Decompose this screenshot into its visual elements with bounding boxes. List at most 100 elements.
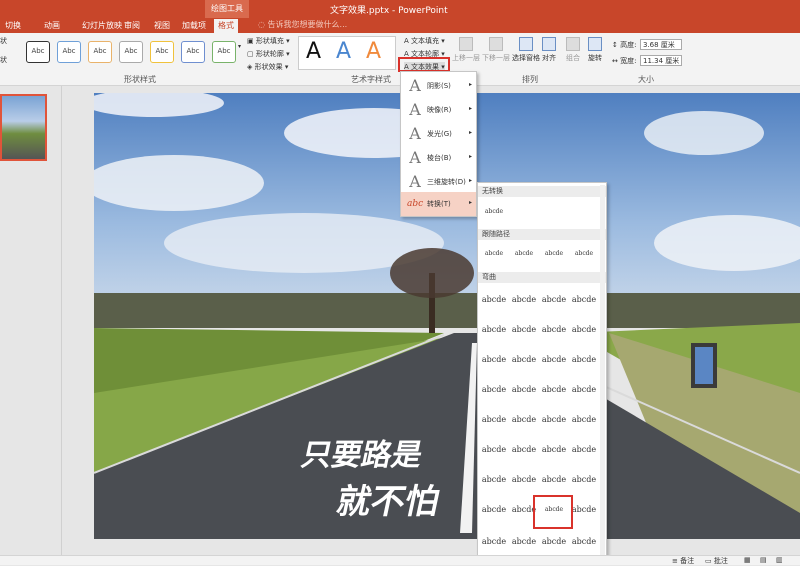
slide-text-line2[interactable]: 就不怕: [333, 482, 443, 522]
follow-path-circle[interactable]: abcde: [540, 245, 568, 263]
tab-animations[interactable]: 动画: [40, 19, 64, 33]
selection-pane-button[interactable]: 选择窗格: [512, 37, 540, 63]
shape-styles-group-label: 形状样式: [124, 75, 156, 84]
pen-icon: ▢: [247, 50, 256, 58]
submenu-arrow-icon: ▸: [468, 153, 472, 160]
height-icon: ↕: [612, 41, 621, 49]
slide-thumbnail-1[interactable]: [0, 94, 47, 161]
wordart-style-black[interactable]: A: [306, 39, 321, 64]
shape-style-5[interactable]: Abc: [150, 41, 174, 63]
text-effects-highlight: [398, 57, 450, 72]
slide-text-line1[interactable]: 只要路是: [298, 438, 426, 473]
tab-view[interactable]: 视图: [150, 19, 174, 33]
shape-style-7[interactable]: Abc: [212, 41, 236, 63]
shape-style-1[interactable]: Abc: [26, 41, 50, 63]
align-icon: [542, 37, 556, 51]
tab-review[interactable]: 审阅: [120, 19, 144, 33]
slide-sorter-icon[interactable]: ▤: [760, 556, 767, 564]
notes-icon: ≡: [672, 557, 681, 565]
status-bar: ≡ 备注 ▭ 批注 ▦ ▤ ▥: [0, 555, 800, 565]
shape-effects-button[interactable]: ◈ 形状效果 ▾: [247, 62, 288, 72]
follow-path-header: 跟随路径: [478, 229, 606, 240]
menu-item-bevel[interactable]: A 棱台(B) ▸: [401, 146, 476, 170]
wordart-style-orange[interactable]: A: [366, 39, 381, 64]
comment-icon: ▭: [705, 557, 714, 565]
tell-me-search[interactable]: ◌ 告诉我您想要做什么...: [258, 19, 347, 30]
menu-item-glow[interactable]: A 发光(G) ▸: [401, 122, 476, 146]
drawing-tools-context-tab: 绘图工具: [205, 0, 249, 18]
selected-warp-highlight: [533, 495, 573, 529]
bring-forward-button[interactable]: 上移一层: [452, 37, 480, 63]
paint-bucket-icon: ▣: [247, 37, 256, 45]
normal-view-icon[interactable]: ▦: [744, 556, 751, 564]
3d-rotation-icon: A: [409, 172, 421, 191]
align-button[interactable]: 对齐: [542, 37, 556, 63]
title-bar: 绘图工具 文字效果.pptx - PowerPoint: [0, 0, 800, 18]
shape-style-4[interactable]: Abc: [119, 41, 143, 63]
send-backward-button[interactable]: 下移一层: [482, 37, 510, 63]
no-transform-option[interactable]: abcde: [480, 203, 508, 221]
tab-addins[interactable]: 加载项: [178, 19, 210, 33]
tab-slideshow[interactable]: 幻灯片放映: [78, 19, 126, 33]
gallery-more-icon[interactable]: ▾: [238, 43, 241, 50]
warp-stop[interactable]: abcde: [510, 291, 538, 309]
warp-plain[interactable]: abcde: [480, 291, 508, 309]
rotate-button[interactable]: 旋转: [588, 37, 602, 63]
selection-pane-icon: [519, 37, 533, 51]
shape-fill-button[interactable]: ▣ 形状填充 ▾: [247, 36, 290, 46]
submenu-arrow-icon: ▸: [468, 105, 472, 112]
gallery-scrollbar[interactable]: [600, 185, 605, 555]
no-transform-header: 无转换: [478, 186, 606, 197]
follow-path-button[interactable]: abcde: [570, 245, 598, 263]
reading-view-icon[interactable]: ▥: [776, 556, 783, 564]
text-fill-button[interactable]: A 文本填充 ▾: [404, 36, 445, 46]
warp-triangle-down[interactable]: abcde: [570, 291, 598, 309]
width-label: ↔ 宽度:: [612, 57, 637, 65]
shadow-icon: A: [409, 76, 421, 95]
submenu-arrow-icon: ▸: [468, 129, 472, 136]
slide-thumbnail-pane: [0, 86, 62, 555]
partial-shape-control[interactable]: 状: [0, 36, 7, 46]
reflection-icon: A: [409, 100, 421, 119]
height-label: ↕ 高度:: [612, 41, 637, 49]
submenu-arrow-icon: ▸: [468, 199, 472, 206]
shape-style-6[interactable]: Abc: [181, 41, 205, 63]
submenu-arrow-icon: ▸: [468, 81, 472, 88]
tab-format[interactable]: 格式: [214, 19, 238, 33]
ribbon-tabs: 切换 动画 幻灯片放映 审阅 视图 加载项 格式: [0, 18, 800, 33]
bevel-icon: A: [409, 148, 421, 167]
bring-forward-icon: [459, 37, 473, 51]
shape-outline-button[interactable]: ▢ 形状轮廓 ▾: [247, 49, 290, 59]
warp-triangle-up[interactable]: abcde: [540, 291, 568, 309]
window-title: 文字效果.pptx - PowerPoint: [330, 6, 448, 16]
glow-icon: A: [409, 124, 421, 143]
menu-item-transform[interactable]: abc 转换(T) ▸: [401, 192, 476, 216]
shape-style-2[interactable]: Abc: [57, 41, 81, 63]
lightbulb-icon: ◌: [258, 20, 268, 29]
size-group-label: 大小: [638, 75, 654, 84]
group-icon: [566, 37, 580, 51]
send-backward-icon: [489, 37, 503, 51]
height-input[interactable]: 3.68 厘米: [640, 39, 682, 50]
menu-item-reflection[interactable]: A 映像(R) ▸: [401, 98, 476, 122]
follow-path-arch-up[interactable]: abcde: [480, 245, 508, 263]
menu-item-shadow[interactable]: A 阴影(S) ▸: [401, 74, 476, 98]
width-input[interactable]: 11.34 厘米: [640, 55, 682, 66]
arrange-group-label: 排列: [522, 75, 538, 84]
tell-me-text: 告诉我您想要做什么...: [267, 20, 348, 29]
tab-transitions[interactable]: 切换: [1, 19, 25, 33]
partial-shape-control[interactable]: 状: [0, 55, 7, 65]
menu-item-3d-rotation[interactable]: A 三维旋转(D) ▸: [401, 170, 476, 194]
group-button[interactable]: 组合: [566, 37, 580, 63]
text-effects-menu: A 阴影(S) ▸ A 映像(R) ▸ A 发光(G) ▸ A 棱台(B) ▸ …: [400, 71, 477, 217]
submenu-arrow-icon: ▸: [468, 177, 472, 184]
rotate-icon: [588, 37, 602, 51]
transform-abc-icon: abc: [407, 199, 424, 209]
wordart-style-blue[interactable]: A: [336, 39, 351, 64]
wordart-styles-group-label: 艺术字样式: [351, 75, 391, 84]
warp-header: 弯曲: [478, 272, 606, 283]
text-fill-icon: A: [404, 37, 412, 45]
follow-path-arch-down[interactable]: abcde: [510, 245, 538, 263]
shape-style-3[interactable]: Abc: [88, 41, 112, 63]
effects-icon: ◈: [247, 63, 255, 71]
